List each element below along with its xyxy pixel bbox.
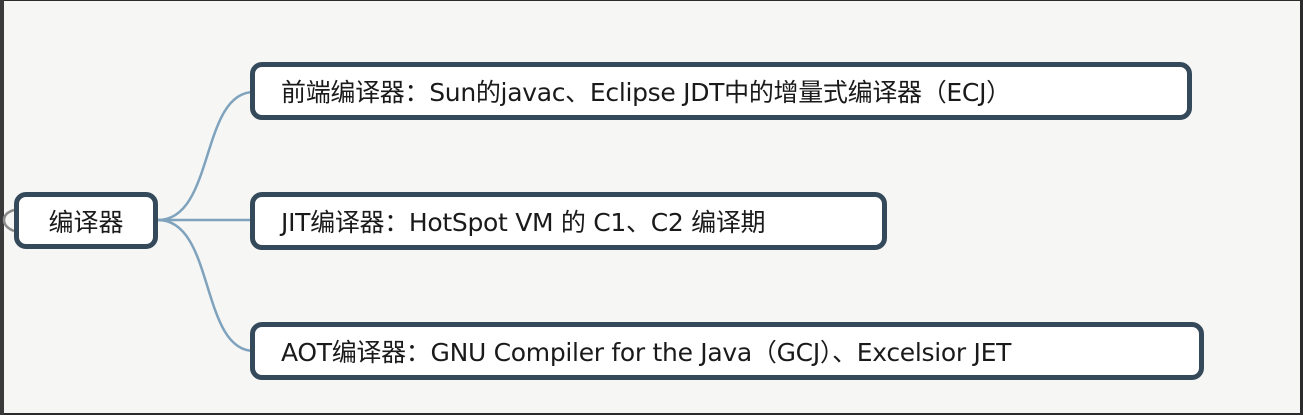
connector-branch-3: [157, 218, 255, 353]
connector-branch-1: [157, 90, 255, 222]
branch-node-jit-compiler[interactable]: JIT编译器：HotSpot VM 的 C1、C2 编译期: [250, 192, 887, 250]
branch-node-label: 前端编译器：Sun的javac、Eclipse JDT中的增量式编译器（ECJ）: [281, 78, 1011, 107]
branch-node-frontend-compiler[interactable]: 前端编译器：Sun的javac、Eclipse JDT中的增量式编译器（ECJ）: [250, 62, 1192, 120]
root-node[interactable]: 编译器: [14, 192, 158, 249]
collapse-handle: [2, 208, 15, 233]
root-node-label: 编译器: [48, 207, 124, 237]
branch-node-aot-compiler[interactable]: AOT编译器：GNU Compiler for the Java（GCJ）、Ex…: [250, 322, 1204, 380]
branch-node-label: JIT编译器：HotSpot VM 的 C1、C2 编译期: [281, 208, 766, 237]
branch-node-label: AOT编译器：GNU Compiler for the Java（GCJ）、Ex…: [281, 338, 1012, 367]
